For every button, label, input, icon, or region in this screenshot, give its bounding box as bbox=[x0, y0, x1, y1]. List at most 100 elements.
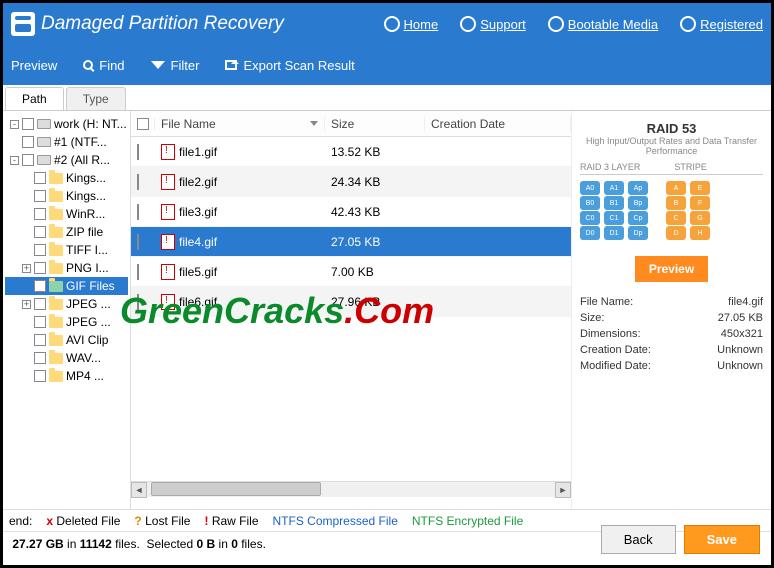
expander-icon[interactable] bbox=[22, 192, 31, 201]
meta-row: Modified Date:Unknown bbox=[580, 358, 763, 374]
scroll-right-icon[interactable]: ► bbox=[555, 482, 571, 498]
file-row[interactable]: file3.gif 42.43 KB bbox=[131, 197, 571, 227]
legend-encrypted: NTFS Encrypted File bbox=[412, 514, 523, 528]
expander-icon[interactable] bbox=[22, 174, 31, 183]
expander-icon[interactable] bbox=[22, 336, 31, 345]
expander-icon[interactable]: + bbox=[22, 300, 31, 309]
tree-checkbox[interactable] bbox=[22, 154, 34, 166]
expander-icon[interactable] bbox=[22, 228, 31, 237]
scroll-thumb[interactable] bbox=[151, 482, 321, 496]
tab-type[interactable]: Type bbox=[66, 87, 126, 110]
tree-checkbox[interactable] bbox=[34, 190, 46, 202]
tool-filter[interactable]: Filter bbox=[151, 58, 200, 73]
file-row[interactable]: file6.gif27.96 KB bbox=[131, 287, 571, 317]
save-button[interactable]: Save bbox=[684, 525, 760, 554]
tree-item[interactable]: + PNG I... bbox=[5, 259, 128, 277]
expander-icon[interactable] bbox=[10, 138, 19, 147]
filter-icon bbox=[151, 61, 165, 69]
tree-item[interactable]: ZIP file bbox=[5, 223, 128, 241]
app-title: Damaged Partition Recovery bbox=[41, 13, 284, 35]
nav-bootable[interactable]: Bootable Media bbox=[548, 16, 658, 32]
preview-button[interactable]: Preview bbox=[635, 256, 708, 282]
nav-home[interactable]: Home bbox=[384, 16, 439, 32]
col-size[interactable]: Size bbox=[325, 117, 425, 131]
tree-item[interactable]: WinR... bbox=[5, 205, 128, 223]
tree-item[interactable]: Kings... bbox=[5, 169, 128, 187]
tree-item[interactable]: - #2 (All R... bbox=[5, 151, 128, 169]
raid-label-left: RAID 3 LAYER bbox=[580, 162, 640, 172]
tree-checkbox[interactable] bbox=[34, 370, 46, 382]
tree-checkbox[interactable] bbox=[34, 244, 46, 256]
tree-checkbox[interactable] bbox=[34, 280, 46, 292]
tree-item[interactable]: TIFF I... bbox=[5, 241, 128, 259]
file-row[interactable]: file5.gif7.00 KB bbox=[131, 257, 571, 287]
app-logo-icon bbox=[11, 12, 35, 36]
tool-find[interactable]: Find bbox=[83, 58, 124, 73]
horizontal-scrollbar[interactable]: ◄ ► bbox=[131, 481, 571, 497]
row-checkbox[interactable] bbox=[137, 234, 139, 250]
row-checkbox[interactable] bbox=[137, 294, 139, 310]
tree-checkbox[interactable] bbox=[34, 208, 46, 220]
tree-checkbox[interactable] bbox=[34, 298, 46, 310]
tree-item[interactable]: Kings... bbox=[5, 187, 128, 205]
file-icon bbox=[161, 144, 175, 160]
file-icon bbox=[161, 294, 175, 310]
tree-item[interactable]: #1 (NTF... bbox=[5, 133, 128, 151]
tree-checkbox[interactable] bbox=[22, 136, 34, 148]
legend-label: end: bbox=[9, 514, 32, 528]
tree-label: PNG I... bbox=[66, 261, 109, 275]
row-checkbox[interactable] bbox=[137, 174, 139, 190]
tree-item[interactable]: MP4 ... bbox=[5, 367, 128, 385]
tree-item[interactable]: AVI Clip bbox=[5, 331, 128, 349]
tree-item[interactable]: +JPEG ... bbox=[5, 295, 128, 313]
select-all-checkbox[interactable] bbox=[137, 118, 149, 130]
folder-icon bbox=[49, 353, 63, 364]
expander-icon[interactable] bbox=[22, 372, 31, 381]
tree-checkbox[interactable] bbox=[34, 334, 46, 346]
tab-path[interactable]: Path bbox=[5, 87, 64, 110]
row-checkbox[interactable] bbox=[137, 264, 139, 280]
file-row[interactable]: file1.gif13.52 KB bbox=[131, 137, 571, 167]
col-date[interactable]: Creation Date bbox=[425, 117, 571, 131]
folder-icon bbox=[49, 227, 63, 238]
scroll-left-icon[interactable]: ◄ bbox=[131, 482, 147, 498]
raid-diagram: A0B0C0D0 A1B1C1D1 ApBpCpDp ABCD EFGH bbox=[580, 174, 763, 240]
tree-checkbox[interactable] bbox=[22, 118, 34, 130]
tool-export[interactable]: Export Scan Result bbox=[225, 58, 354, 73]
row-checkbox[interactable] bbox=[137, 144, 139, 160]
expander-icon[interactable] bbox=[22, 282, 31, 291]
tree-checkbox[interactable] bbox=[34, 262, 46, 274]
row-checkbox[interactable] bbox=[137, 204, 139, 220]
folder-icon bbox=[49, 371, 63, 382]
file-row[interactable]: file2.gif24.34 KB bbox=[131, 167, 571, 197]
tool-preview[interactable]: Preview bbox=[11, 58, 57, 73]
expander-icon[interactable]: - bbox=[10, 120, 19, 129]
expander-icon[interactable]: - bbox=[10, 156, 19, 165]
nav-support[interactable]: Support bbox=[460, 16, 526, 32]
expander-icon[interactable] bbox=[22, 246, 31, 255]
folder-icon bbox=[49, 209, 63, 220]
file-name: file3.gif bbox=[179, 205, 217, 219]
tree-item[interactable]: JPEG ... bbox=[5, 313, 128, 331]
tree-checkbox[interactable] bbox=[34, 352, 46, 364]
tree-checkbox[interactable] bbox=[34, 172, 46, 184]
drive-icon bbox=[37, 137, 51, 147]
tree-checkbox[interactable] bbox=[34, 316, 46, 328]
expander-icon[interactable]: + bbox=[22, 264, 31, 273]
folder-tree[interactable]: -work (H: NT...#1 (NTF... - #2 (All R... Ki… bbox=[3, 111, 131, 509]
tree-label: #2 (All R... bbox=[54, 153, 110, 167]
col-filename[interactable]: File Name bbox=[155, 117, 325, 131]
expander-icon[interactable] bbox=[22, 318, 31, 327]
legend-deleted: x Deleted File bbox=[46, 514, 120, 528]
meta-row: File Name:file4.gif bbox=[580, 294, 763, 310]
expander-icon[interactable] bbox=[22, 354, 31, 363]
tree-item[interactable]: WAV... bbox=[5, 349, 128, 367]
expander-icon[interactable] bbox=[22, 210, 31, 219]
tree-item[interactable]: -work (H: NT... bbox=[5, 115, 128, 133]
file-size: 42.43 KB bbox=[325, 205, 425, 219]
file-row[interactable]: file4.gif27.05 KB bbox=[131, 227, 571, 257]
tree-item[interactable]: GIF Files bbox=[5, 277, 128, 295]
back-button[interactable]: Back bbox=[601, 525, 676, 554]
tree-checkbox[interactable] bbox=[34, 226, 46, 238]
nav-registered[interactable]: Registered bbox=[680, 16, 763, 32]
